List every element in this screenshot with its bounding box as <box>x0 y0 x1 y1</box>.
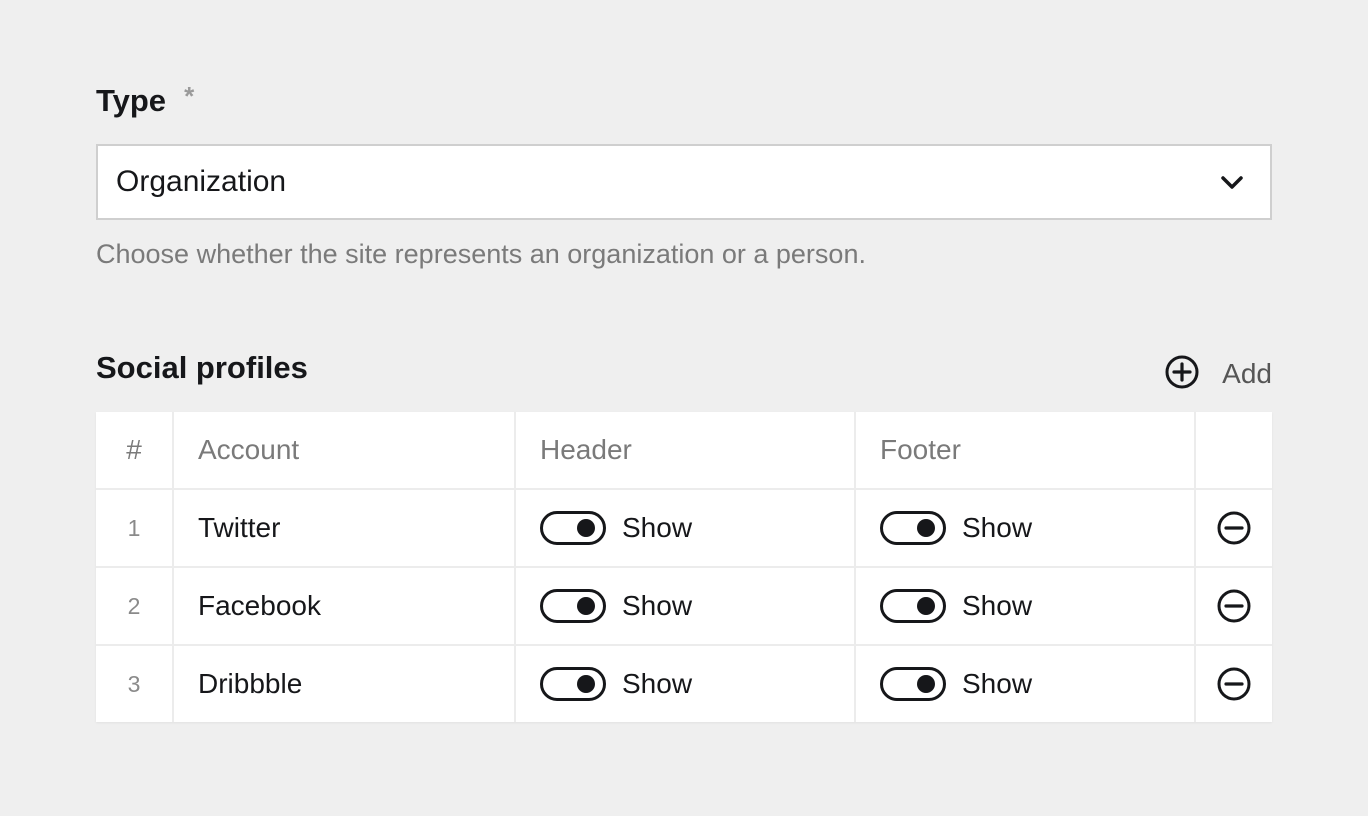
type-select[interactable]: Organization <box>96 144 1272 220</box>
social-profiles-title: Social profiles <box>96 350 308 385</box>
row-number: 1 <box>96 490 174 566</box>
footer-toggle-cell: Show <box>856 568 1196 644</box>
remove-cell <box>1196 490 1272 566</box>
row-number: 2 <box>96 568 174 644</box>
footer-toggle-label: Show <box>962 590 1033 621</box>
minus-circle-icon[interactable] <box>1216 588 1252 624</box>
header-toggle-label: Show <box>622 512 693 543</box>
header-toggle-cell: Show <box>516 568 856 644</box>
remove-cell <box>1196 568 1272 644</box>
table-row: 3 Dribbble Show Show <box>96 646 1272 722</box>
toggle-knob <box>917 597 935 615</box>
row-number-text: 1 <box>127 514 141 541</box>
row-number-text: 3 <box>127 670 141 697</box>
table-header-row: # Account Header Footer <box>96 412 1272 490</box>
minus-circle-icon[interactable] <box>1216 666 1252 702</box>
footer-toggle[interactable] <box>880 667 946 701</box>
column-header-actions <box>1196 412 1272 488</box>
type-label-text: Type <box>96 83 167 118</box>
social-profiles-table: # Account Header Footer 1 Twitter Show S… <box>96 412 1272 722</box>
toggle-knob <box>917 519 935 537</box>
toggle-knob <box>577 675 595 693</box>
minus-circle-icon[interactable] <box>1216 510 1252 546</box>
column-header-number: # <box>96 412 174 488</box>
footer-toggle-label: Show <box>962 512 1033 543</box>
chevron-down-icon <box>1221 176 1243 189</box>
type-help-text: Choose whether the site represents an or… <box>96 239 866 269</box>
header-toggle-cell: Show <box>516 646 856 722</box>
add-label: Add <box>1222 358 1272 389</box>
header-toggle[interactable] <box>540 667 606 701</box>
header-toggle[interactable] <box>540 511 606 545</box>
header-toggle-label: Show <box>622 668 693 699</box>
footer-toggle-label: Show <box>962 668 1033 699</box>
remove-cell <box>1196 646 1272 722</box>
header-toggle[interactable] <box>540 589 606 623</box>
footer-toggle-cell: Show <box>856 490 1196 566</box>
row-number-text: 2 <box>127 592 141 619</box>
column-header-account: Account <box>174 412 516 488</box>
toggle-knob <box>577 597 595 615</box>
footer-toggle[interactable] <box>880 511 946 545</box>
account-name[interactable]: Facebook <box>174 568 516 644</box>
toggle-knob <box>577 519 595 537</box>
column-header-footer: Footer <box>856 412 1196 488</box>
required-marker: * <box>184 81 195 111</box>
footer-toggle-cell: Show <box>856 646 1196 722</box>
account-name[interactable]: Twitter <box>174 490 516 566</box>
type-field-label: Type * <box>96 81 195 119</box>
plus-circle-icon <box>1165 355 1199 389</box>
table-row: 2 Facebook Show Show <box>96 568 1272 646</box>
row-number: 3 <box>96 646 174 722</box>
column-header-header: Header <box>516 412 856 488</box>
account-name[interactable]: Dribbble <box>174 646 516 722</box>
table-row: 1 Twitter Show Show <box>96 490 1272 568</box>
header-toggle-cell: Show <box>516 490 856 566</box>
type-select-value: Organization <box>116 165 287 198</box>
header-toggle-label: Show <box>622 590 693 621</box>
toggle-knob <box>917 675 935 693</box>
footer-toggle[interactable] <box>880 589 946 623</box>
add-profile-button[interactable]: Add <box>1164 354 1272 390</box>
